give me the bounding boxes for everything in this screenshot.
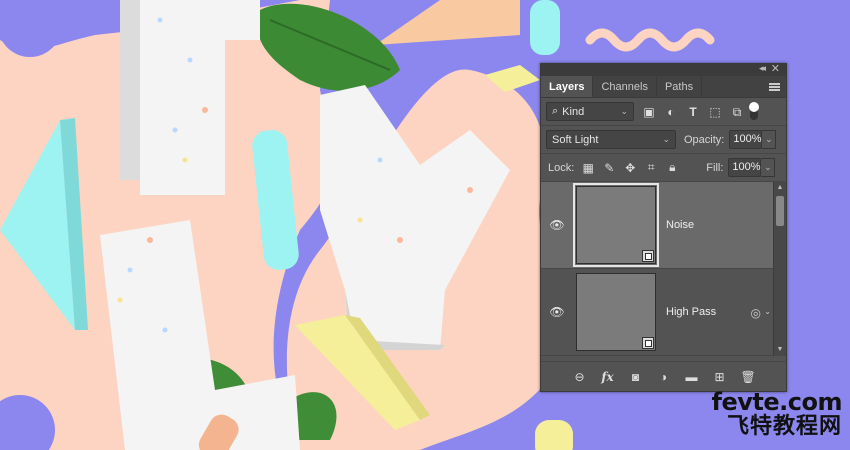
tab-layers[interactable]: Layers (541, 76, 594, 97)
chevron-down-icon: ⌄ (662, 134, 670, 144)
opacity-input[interactable]: 100% (729, 130, 763, 149)
panel-titlebar: ◂◂ ✕ (541, 62, 786, 76)
tab-channels[interactable]: Channels (593, 76, 657, 97)
opacity-chevron-icon[interactable]: ⌄ (762, 130, 777, 149)
kind-filter-select[interactable]: ⌕ Kind ⌄ (546, 102, 634, 121)
cyan-cylinder-top (530, 0, 560, 55)
scroll-up-icon[interactable]: ▲ (774, 182, 786, 194)
lock-artboard-icon[interactable]: ⌗ (645, 160, 657, 175)
adjustment-icon[interactable]: ◑ (657, 370, 671, 384)
layer-row-high-pass[interactable]: 👁︎ High Pass ◎ ⌄ (541, 269, 773, 356)
blend-mode-select[interactable]: Soft Light ⌄ (546, 130, 676, 149)
watermark-line1: fevte.com (711, 388, 843, 416)
layers-scrollbar[interactable]: ▲ ▼ (773, 182, 786, 356)
folder-icon[interactable]: ▬ (685, 370, 699, 384)
panel-footer: ⊖ fx ◙ ◑ ▬ ⊞ 🗑︎ (541, 361, 786, 391)
fx-icon[interactable]: fx (601, 370, 615, 384)
lock-image-brush-icon[interactable]: ✎ (603, 161, 615, 175)
fill-input[interactable]: 100% (728, 158, 762, 177)
layer-name[interactable]: Noise (666, 219, 694, 231)
filter-toggle[interactable] (749, 101, 759, 120)
link-icon[interactable]: ⊖ (573, 370, 587, 384)
layers-list: 👁︎ Noise 👁︎ High Pass ◎ ⌄ ▲ ▼ (541, 182, 786, 356)
adjustment-filter-icon[interactable]: ◐ (664, 105, 678, 119)
close-icon[interactable]: ✕ (771, 62, 780, 75)
trash-icon[interactable]: 🗑︎ (741, 370, 756, 384)
kind-filter-label: Kind (562, 105, 585, 118)
watermark: fevte.com 飞特教程网 (711, 388, 843, 439)
scroll-down-icon[interactable]: ▼ (774, 344, 786, 356)
lock-label: Lock: (548, 161, 575, 174)
filter-row: ⌕ Kind ⌄ ▣ ◐ T ⬚ ⧉ (541, 98, 786, 126)
new-layer-icon[interactable]: ⊞ (713, 370, 727, 384)
lock-row: Lock: ▦ ✎ ✥ ⌗ 🔒︎ Fill: 100% ⌄ (541, 154, 786, 182)
scrollbar-thumb[interactable] (776, 196, 784, 226)
lock-position-move-icon[interactable]: ✥ (624, 161, 636, 175)
smart-object-filter-icon[interactable]: ⧉ (730, 105, 744, 119)
blend-row: Soft Light ⌄ Opacity: 100% ⌄ (541, 126, 786, 154)
filter-icons: ▣ ◐ T ⬚ ⧉ (642, 105, 744, 119)
visibility-eye-icon[interactable]: 👁︎ (544, 305, 570, 319)
chevron-down-icon: ⌄ (620, 106, 628, 116)
layer-row-noise[interactable]: 👁︎ Noise (541, 182, 773, 269)
visibility-eye-icon[interactable]: 👁︎ (544, 218, 570, 232)
smart-object-badge-icon (642, 250, 654, 262)
opacity-label: Opacity: (684, 133, 725, 146)
lock-transparency-icon[interactable]: ▦ (582, 161, 594, 175)
letter-block-top (140, 0, 225, 195)
smart-object-badge-icon (642, 337, 654, 349)
layer-name[interactable]: High Pass (666, 306, 716, 318)
layer-thumbnail[interactable] (576, 273, 656, 351)
type-filter-icon[interactable]: T (686, 105, 700, 119)
watermark-line2: 飞特教程网 (726, 414, 842, 439)
lock-icons: ▦ ✎ ✥ ⌗ 🔒︎ (582, 160, 678, 175)
expand-chevron-icon[interactable]: ⌄ (764, 307, 771, 316)
layer-thumbnail[interactable] (573, 183, 659, 267)
smart-filter-icon[interactable]: ◎ (751, 306, 761, 320)
mask-icon[interactable]: ◙ (629, 370, 643, 384)
panel-menu-icon[interactable] (769, 83, 780, 91)
pixel-filter-icon[interactable]: ▣ (642, 105, 656, 119)
layers-panel: ◂◂ ✕ Layers Channels Paths ⌕ Kind ⌄ ▣ ◐ … (540, 63, 787, 392)
blend-mode-value: Soft Light (552, 133, 599, 146)
fill-label: Fill: (706, 161, 724, 174)
collapse-panel-icon[interactable]: ◂◂ (759, 63, 766, 74)
search-icon: ⌕ (552, 105, 559, 117)
tab-paths[interactable]: Paths (657, 76, 703, 97)
lock-all-icon[interactable]: 🔒︎ (666, 160, 678, 175)
fill-chevron-icon[interactable]: ⌄ (761, 158, 776, 177)
yellow-cylinder (535, 420, 573, 450)
panel-tabs: Layers Channels Paths (541, 76, 786, 98)
shape-filter-icon[interactable]: ⬚ (708, 105, 722, 119)
